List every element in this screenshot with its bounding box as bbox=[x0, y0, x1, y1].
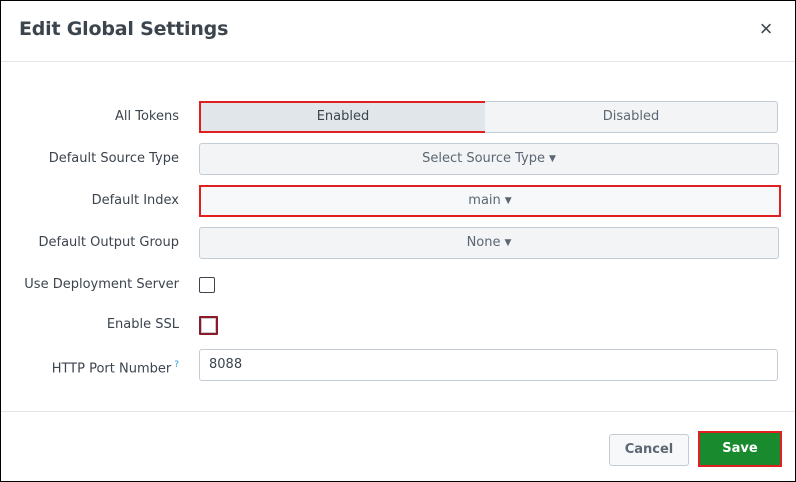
all-tokens-disabled-button[interactable]: Disabled bbox=[485, 101, 778, 133]
default-source-type-label: Default Source Type bbox=[48, 151, 179, 166]
row-default-index: Default Index main ▼ bbox=[1, 185, 795, 217]
close-icon[interactable]: × bbox=[756, 18, 776, 40]
all-tokens-toggle: Enabled Disabled bbox=[199, 101, 779, 133]
caret-down-icon: ▼ bbox=[548, 154, 556, 164]
default-output-group-value: None bbox=[466, 235, 501, 250]
default-index-value: main bbox=[468, 193, 501, 208]
row-default-source-type: Default Source Type Select Source Type ▼ bbox=[1, 143, 795, 175]
row-enable-ssl: Enable SSL bbox=[1, 309, 795, 341]
use-deployment-server-checkbox[interactable] bbox=[199, 277, 215, 293]
http-port-label: HTTP Port Number? bbox=[52, 349, 179, 381]
caret-down-icon: ▼ bbox=[504, 238, 512, 248]
row-default-output-group: Default Output Group None ▼ bbox=[1, 227, 795, 259]
default-index-dropdown[interactable]: main ▼ bbox=[199, 185, 781, 217]
row-all-tokens: All Tokens Enabled Disabled bbox=[1, 101, 795, 133]
enable-ssl-checkbox[interactable] bbox=[199, 316, 218, 335]
row-http-port: HTTP Port Number? 8088 bbox=[1, 349, 795, 381]
all-tokens-enabled-button[interactable]: Enabled bbox=[199, 101, 487, 133]
edit-global-settings-dialog: Edit Global Settings × All Tokens Enable… bbox=[0, 0, 796, 482]
all-tokens-label: All Tokens bbox=[114, 109, 179, 124]
enable-ssl-label: Enable SSL bbox=[106, 317, 179, 332]
use-deployment-server-label: Use Deployment Server bbox=[24, 277, 179, 292]
default-index-label: Default Index bbox=[91, 193, 179, 208]
cancel-button[interactable]: Cancel bbox=[609, 434, 689, 466]
default-source-type-dropdown[interactable]: Select Source Type ▼ bbox=[199, 143, 779, 175]
dialog-title: Edit Global Settings bbox=[19, 18, 229, 40]
help-icon[interactable]: ? bbox=[174, 360, 179, 370]
http-port-input[interactable]: 8088 bbox=[199, 349, 778, 381]
caret-down-icon: ▼ bbox=[504, 196, 512, 206]
save-button[interactable]: Save bbox=[698, 431, 782, 467]
row-use-deployment-server: Use Deployment Server bbox=[1, 269, 795, 301]
dialog-footer: Cancel Save bbox=[1, 411, 795, 482]
dialog-header: Edit Global Settings × bbox=[1, 1, 795, 62]
default-output-group-dropdown[interactable]: None ▼ bbox=[199, 227, 779, 259]
http-port-label-text: HTTP Port Number bbox=[51, 361, 172, 377]
default-output-group-label: Default Output Group bbox=[38, 235, 180, 250]
default-source-type-value: Select Source Type bbox=[422, 151, 545, 166]
